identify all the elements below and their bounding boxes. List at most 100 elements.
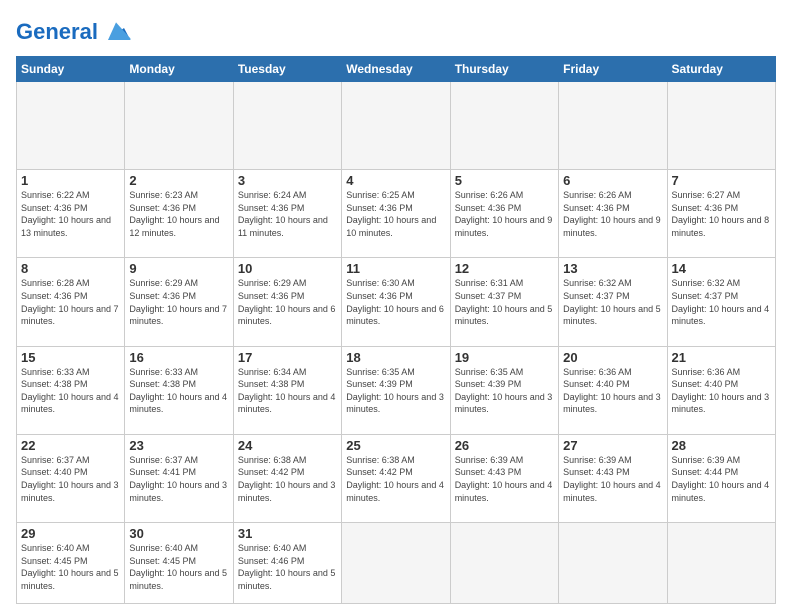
day-info: Sunrise: 6:36 AMSunset: 4:40 PMDaylight:… [563, 366, 662, 416]
day-number: 13 [563, 261, 662, 276]
calendar-day-cell: 29Sunrise: 6:40 AMSunset: 4:45 PMDayligh… [17, 523, 125, 604]
day-number: 5 [455, 173, 554, 188]
day-number: 17 [238, 350, 337, 365]
logo-icon [100, 16, 132, 48]
day-info: Sunrise: 6:35 AMSunset: 4:39 PMDaylight:… [455, 366, 554, 416]
calendar-day-cell: 19Sunrise: 6:35 AMSunset: 4:39 PMDayligh… [450, 346, 558, 434]
calendar-day-cell: 11Sunrise: 6:30 AMSunset: 4:36 PMDayligh… [342, 258, 450, 346]
day-info: Sunrise: 6:26 AMSunset: 4:36 PMDaylight:… [563, 189, 662, 239]
calendar-day-cell: 12Sunrise: 6:31 AMSunset: 4:37 PMDayligh… [450, 258, 558, 346]
calendar-day-cell: 2Sunrise: 6:23 AMSunset: 4:36 PMDaylight… [125, 170, 233, 258]
day-header-friday: Friday [559, 57, 667, 82]
day-info: Sunrise: 6:39 AMSunset: 4:43 PMDaylight:… [563, 454, 662, 504]
day-number: 11 [346, 261, 445, 276]
calendar-day-cell: 1Sunrise: 6:22 AMSunset: 4:36 PMDaylight… [17, 170, 125, 258]
day-info: Sunrise: 6:32 AMSunset: 4:37 PMDaylight:… [672, 277, 771, 327]
day-info: Sunrise: 6:30 AMSunset: 4:36 PMDaylight:… [346, 277, 445, 327]
day-number: 14 [672, 261, 771, 276]
day-info: Sunrise: 6:31 AMSunset: 4:37 PMDaylight:… [455, 277, 554, 327]
day-number: 18 [346, 350, 445, 365]
calendar-day-cell: 5Sunrise: 6:26 AMSunset: 4:36 PMDaylight… [450, 170, 558, 258]
day-info: Sunrise: 6:34 AMSunset: 4:38 PMDaylight:… [238, 366, 337, 416]
calendar-day-cell: 31Sunrise: 6:40 AMSunset: 4:46 PMDayligh… [233, 523, 341, 604]
day-info: Sunrise: 6:29 AMSunset: 4:36 PMDaylight:… [238, 277, 337, 327]
calendar-day-cell: 23Sunrise: 6:37 AMSunset: 4:41 PMDayligh… [125, 434, 233, 522]
day-info: Sunrise: 6:38 AMSunset: 4:42 PMDaylight:… [238, 454, 337, 504]
day-number: 2 [129, 173, 228, 188]
calendar-day-cell: 7Sunrise: 6:27 AMSunset: 4:36 PMDaylight… [667, 170, 775, 258]
day-number: 28 [672, 438, 771, 453]
day-number: 1 [21, 173, 120, 188]
day-info: Sunrise: 6:40 AMSunset: 4:45 PMDaylight:… [129, 542, 228, 592]
day-info: Sunrise: 6:37 AMSunset: 4:40 PMDaylight:… [21, 454, 120, 504]
header: General [16, 16, 776, 48]
calendar-day-cell [667, 82, 775, 170]
day-number: 3 [238, 173, 337, 188]
day-info: Sunrise: 6:24 AMSunset: 4:36 PMDaylight:… [238, 189, 337, 239]
calendar-day-cell: 13Sunrise: 6:32 AMSunset: 4:37 PMDayligh… [559, 258, 667, 346]
day-info: Sunrise: 6:26 AMSunset: 4:36 PMDaylight:… [455, 189, 554, 239]
calendar-day-cell [125, 82, 233, 170]
day-number: 4 [346, 173, 445, 188]
calendar-week-row [17, 82, 776, 170]
day-number: 15 [21, 350, 120, 365]
calendar-day-cell: 17Sunrise: 6:34 AMSunset: 4:38 PMDayligh… [233, 346, 341, 434]
calendar-day-cell: 22Sunrise: 6:37 AMSunset: 4:40 PMDayligh… [17, 434, 125, 522]
day-number: 22 [21, 438, 120, 453]
calendar-day-cell: 6Sunrise: 6:26 AMSunset: 4:36 PMDaylight… [559, 170, 667, 258]
day-info: Sunrise: 6:37 AMSunset: 4:41 PMDaylight:… [129, 454, 228, 504]
day-header-sunday: Sunday [17, 57, 125, 82]
day-info: Sunrise: 6:29 AMSunset: 4:36 PMDaylight:… [129, 277, 228, 327]
day-info: Sunrise: 6:39 AMSunset: 4:43 PMDaylight:… [455, 454, 554, 504]
calendar-day-cell: 20Sunrise: 6:36 AMSunset: 4:40 PMDayligh… [559, 346, 667, 434]
day-header-tuesday: Tuesday [233, 57, 341, 82]
calendar-day-cell [559, 82, 667, 170]
day-number: 25 [346, 438, 445, 453]
calendar-week-row: 22Sunrise: 6:37 AMSunset: 4:40 PMDayligh… [17, 434, 776, 522]
day-number: 10 [238, 261, 337, 276]
day-info: Sunrise: 6:40 AMSunset: 4:46 PMDaylight:… [238, 542, 337, 592]
calendar-day-cell: 3Sunrise: 6:24 AMSunset: 4:36 PMDaylight… [233, 170, 341, 258]
day-number: 16 [129, 350, 228, 365]
page: General SundayMondayTuesdayWednesdayThur… [0, 0, 792, 612]
calendar-day-cell [450, 82, 558, 170]
logo-text: General [16, 20, 98, 44]
day-number: 19 [455, 350, 554, 365]
day-number: 31 [238, 526, 337, 541]
day-info: Sunrise: 6:28 AMSunset: 4:36 PMDaylight:… [21, 277, 120, 327]
day-info: Sunrise: 6:40 AMSunset: 4:45 PMDaylight:… [21, 542, 120, 592]
calendar-day-cell: 30Sunrise: 6:40 AMSunset: 4:45 PMDayligh… [125, 523, 233, 604]
calendar-day-cell: 21Sunrise: 6:36 AMSunset: 4:40 PMDayligh… [667, 346, 775, 434]
day-number: 12 [455, 261, 554, 276]
calendar-day-cell: 28Sunrise: 6:39 AMSunset: 4:44 PMDayligh… [667, 434, 775, 522]
day-number: 30 [129, 526, 228, 541]
calendar-day-cell [233, 82, 341, 170]
day-info: Sunrise: 6:39 AMSunset: 4:44 PMDaylight:… [672, 454, 771, 504]
calendar-week-row: 29Sunrise: 6:40 AMSunset: 4:45 PMDayligh… [17, 523, 776, 604]
calendar-day-cell [342, 82, 450, 170]
day-info: Sunrise: 6:35 AMSunset: 4:39 PMDaylight:… [346, 366, 445, 416]
day-info: Sunrise: 6:36 AMSunset: 4:40 PMDaylight:… [672, 366, 771, 416]
day-info: Sunrise: 6:22 AMSunset: 4:36 PMDaylight:… [21, 189, 120, 239]
calendar-day-cell: 9Sunrise: 6:29 AMSunset: 4:36 PMDaylight… [125, 258, 233, 346]
calendar-table: SundayMondayTuesdayWednesdayThursdayFrid… [16, 56, 776, 604]
day-number: 27 [563, 438, 662, 453]
calendar-day-cell: 25Sunrise: 6:38 AMSunset: 4:42 PMDayligh… [342, 434, 450, 522]
calendar-day-cell: 27Sunrise: 6:39 AMSunset: 4:43 PMDayligh… [559, 434, 667, 522]
day-header-saturday: Saturday [667, 57, 775, 82]
calendar-week-row: 1Sunrise: 6:22 AMSunset: 4:36 PMDaylight… [17, 170, 776, 258]
day-info: Sunrise: 6:23 AMSunset: 4:36 PMDaylight:… [129, 189, 228, 239]
day-header-thursday: Thursday [450, 57, 558, 82]
calendar-day-cell: 14Sunrise: 6:32 AMSunset: 4:37 PMDayligh… [667, 258, 775, 346]
calendar-day-cell [667, 523, 775, 604]
calendar-week-row: 15Sunrise: 6:33 AMSunset: 4:38 PMDayligh… [17, 346, 776, 434]
day-number: 7 [672, 173, 771, 188]
day-info: Sunrise: 6:27 AMSunset: 4:36 PMDaylight:… [672, 189, 771, 239]
day-info: Sunrise: 6:25 AMSunset: 4:36 PMDaylight:… [346, 189, 445, 239]
day-info: Sunrise: 6:33 AMSunset: 4:38 PMDaylight:… [21, 366, 120, 416]
logo: General [16, 16, 132, 48]
calendar-day-cell [342, 523, 450, 604]
calendar-header-row: SundayMondayTuesdayWednesdayThursdayFrid… [17, 57, 776, 82]
calendar-day-cell [17, 82, 125, 170]
day-number: 29 [21, 526, 120, 541]
